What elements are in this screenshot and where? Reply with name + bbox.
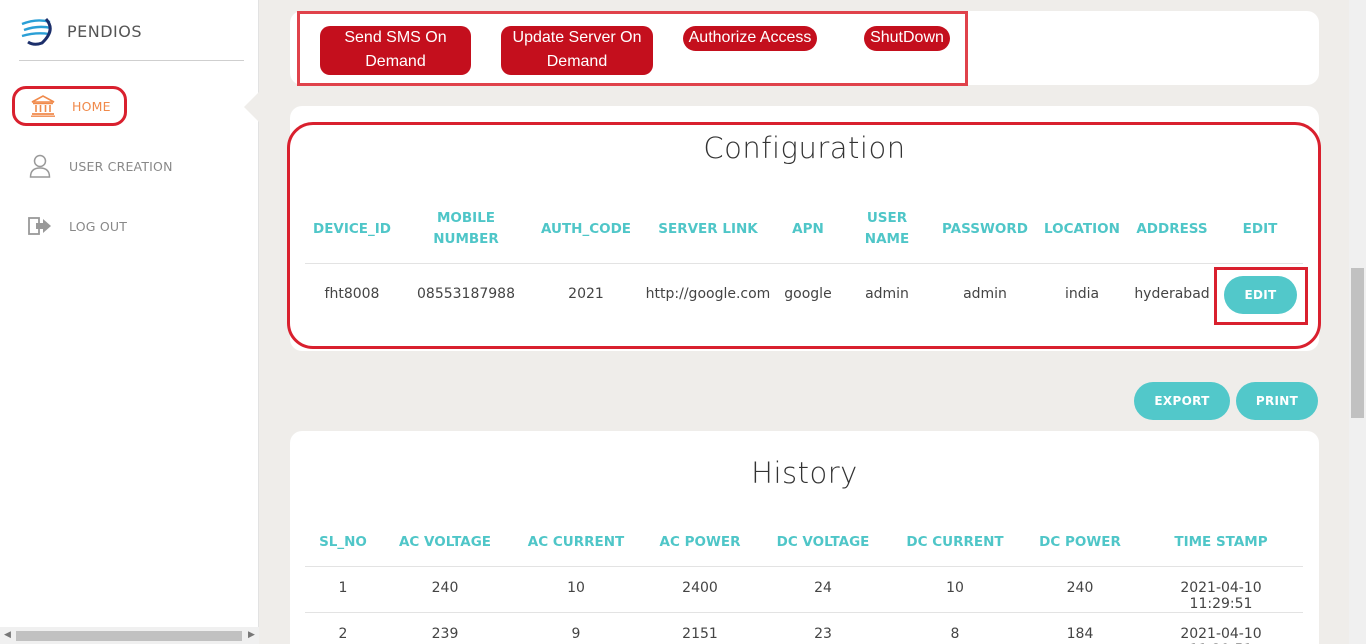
column-header: AC POWER	[659, 534, 741, 550]
table-cell: 8	[950, 626, 960, 642]
scrollbar-thumb[interactable]	[16, 631, 242, 641]
configuration-title: Configuration	[703, 131, 906, 165]
column-header: DC VOLTAGE	[776, 534, 870, 550]
column-header: AUTH_CODE	[540, 221, 632, 237]
edit-button[interactable]: EDIT	[1224, 276, 1297, 314]
horizontal-scrollbar[interactable]: ◀ ▶	[0, 627, 259, 644]
column-header: DC POWER	[1039, 534, 1121, 550]
table-cell: 240	[1066, 580, 1094, 596]
cell-user-name: admin	[865, 286, 909, 302]
table-cell: 2021-04-10 11:29:51	[1180, 580, 1262, 612]
cell-server-link: http://google.com	[645, 286, 771, 302]
export-button[interactable]: EXPORT	[1134, 382, 1230, 420]
divider	[305, 566, 1303, 567]
column-header: LOCATION	[1044, 221, 1120, 237]
divider	[19, 60, 244, 61]
active-indicator	[244, 92, 259, 122]
sidebar-item-logout[interactable]: LOG OUT	[12, 206, 212, 246]
cell-apn: google	[784, 286, 832, 302]
pendios-logo	[21, 17, 52, 46]
divider	[305, 263, 1303, 264]
send-sms-button[interactable]: Send SMS On Demand	[320, 26, 471, 75]
column-header: SERVER LINK	[658, 221, 758, 237]
shutdown-button[interactable]: ShutDown	[864, 26, 950, 51]
table-cell: 10	[946, 580, 964, 596]
column-header: AC CURRENT	[527, 534, 625, 550]
vertical-scrollbar[interactable]	[1349, 0, 1366, 644]
column-header: TIME STAMP	[1174, 534, 1268, 550]
sidebar: PENDIOS HOME USER CREATION LOG OUT ◀ ▶	[0, 0, 259, 644]
column-header: ADDRESS	[1136, 221, 1208, 237]
table-cell: 2151	[682, 626, 718, 642]
table-cell: 24	[814, 580, 832, 596]
bank-icon	[30, 93, 56, 119]
column-header: SL_NO	[319, 534, 367, 550]
table-cell: 9	[571, 626, 581, 642]
brand[interactable]: PENDIOS	[20, 16, 142, 46]
logout-icon	[27, 213, 53, 239]
cell-password: admin	[963, 286, 1007, 302]
column-header: USER NAME	[864, 210, 910, 247]
divider	[305, 612, 1303, 613]
sidebar-item-label: HOME	[72, 98, 111, 114]
table-cell: 240	[431, 580, 459, 596]
column-header: PASSWORD	[942, 221, 1028, 237]
column-header: DEVICE_ID	[312, 221, 391, 237]
column-header: DC CURRENT	[906, 534, 1004, 550]
scrollbar-thumb[interactable]	[1351, 268, 1364, 418]
user-icon	[27, 153, 53, 179]
column-header: EDIT	[1242, 221, 1278, 237]
sidebar-item-home[interactable]: HOME	[12, 86, 127, 126]
table-cell: 1	[338, 580, 348, 596]
print-button[interactable]: PRINT	[1236, 382, 1318, 420]
cell-device-id: fht8008	[324, 286, 380, 302]
authorize-access-button[interactable]: Authorize Access	[683, 26, 817, 51]
column-header: MOBILE NUMBER	[433, 210, 499, 247]
table-cell: 239	[431, 626, 459, 642]
scroll-left-icon[interactable]: ◀	[4, 630, 11, 641]
sidebar-item-label: LOG OUT	[69, 218, 128, 234]
table-cell: 2400	[682, 580, 718, 596]
brand-name: PENDIOS	[67, 21, 143, 41]
column-header: AC VOLTAGE	[398, 534, 492, 550]
cell-auth-code: 2021	[568, 286, 604, 302]
sidebar-item-label: USER CREATION	[69, 158, 173, 174]
scroll-right-icon[interactable]: ▶	[248, 630, 255, 641]
sidebar-item-user-creation[interactable]: USER CREATION	[12, 146, 212, 186]
cell-mobile-number: 08553187988	[417, 286, 515, 302]
table-cell: 2021-04-10 11:29:51	[1180, 626, 1262, 644]
table-cell: 10	[567, 580, 585, 596]
update-server-button[interactable]: Update Server On Demand	[501, 26, 653, 75]
history-title: History	[751, 456, 858, 490]
cell-location: india	[1064, 286, 1100, 302]
table-cell: 23	[814, 626, 832, 642]
cell-address: hyderabad	[1134, 286, 1210, 302]
table-cell: 2	[338, 626, 348, 642]
column-header: APN	[792, 221, 824, 237]
table-cell: 184	[1066, 626, 1094, 642]
